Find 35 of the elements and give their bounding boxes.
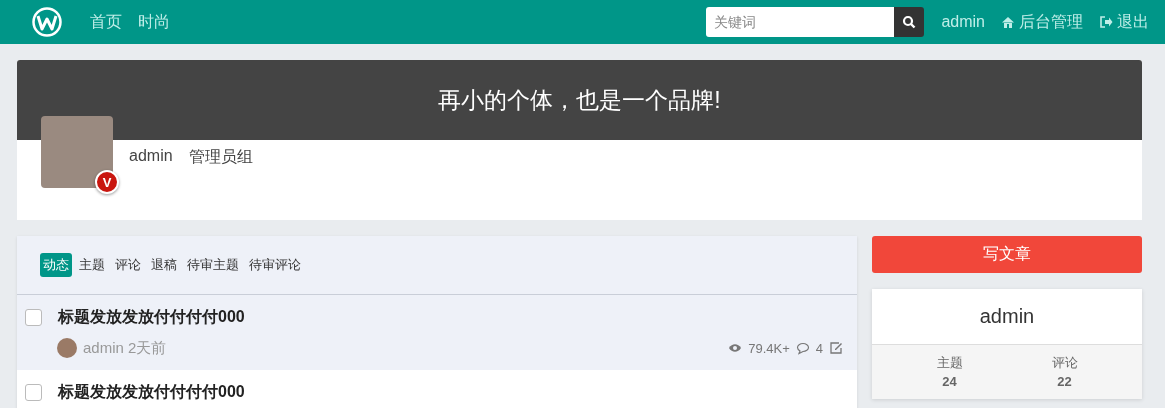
author-avatar bbox=[57, 338, 77, 358]
stat-label: 主题 bbox=[936, 354, 963, 372]
search-button[interactable] bbox=[894, 7, 925, 37]
home-icon bbox=[1001, 15, 1015, 29]
comment-count: 4 bbox=[815, 340, 823, 356]
stat-value: 22 bbox=[1057, 374, 1072, 389]
stat-value: 24 bbox=[942, 374, 957, 389]
stat-label: 评论 bbox=[1051, 354, 1078, 372]
user-group: 管理员组 bbox=[188, 147, 253, 165]
tab[interactable]: 主题 bbox=[76, 253, 108, 277]
write-article-button[interactable]: 写文章 bbox=[872, 236, 1142, 273]
slogan: 再小的个体，也是一个品牌! bbox=[438, 85, 721, 115]
edit-icon[interactable] bbox=[829, 341, 843, 355]
author-time: admin 2天前 bbox=[83, 338, 167, 358]
search-icon bbox=[902, 15, 917, 29]
thread-row-highlight[interactable]: 标题发放发放付付付付000 admin 2天前 79.4K+ 4 bbox=[17, 295, 857, 370]
search-field[interactable]: 关键词 bbox=[706, 7, 895, 37]
thread-title[interactable]: 标题发放发放付付付付000 bbox=[58, 307, 245, 328]
tab[interactable]: 退稿 bbox=[148, 253, 180, 277]
comment-icon bbox=[795, 341, 810, 355]
tab[interactable]: 动态 bbox=[40, 253, 72, 277]
eye-icon bbox=[728, 341, 743, 355]
checkbox[interactable] bbox=[25, 309, 42, 326]
verified-badge: V bbox=[95, 170, 119, 194]
thread-title[interactable]: 标题发放发放付付付付000 bbox=[58, 382, 245, 403]
view-count: 79.4K+ bbox=[748, 340, 790, 356]
photo-placeholder bbox=[41, 116, 113, 188]
card-username: admin bbox=[979, 305, 1035, 328]
tab[interactable]: 待审主题 bbox=[184, 253, 242, 277]
sign-out-icon bbox=[1099, 15, 1113, 29]
username: admin bbox=[129, 147, 173, 165]
logo-icon[interactable] bbox=[32, 7, 62, 37]
tab[interactable]: 评论 bbox=[112, 253, 144, 277]
checkbox[interactable] bbox=[25, 384, 42, 401]
tab[interactable]: 待审评论 bbox=[246, 253, 304, 277]
